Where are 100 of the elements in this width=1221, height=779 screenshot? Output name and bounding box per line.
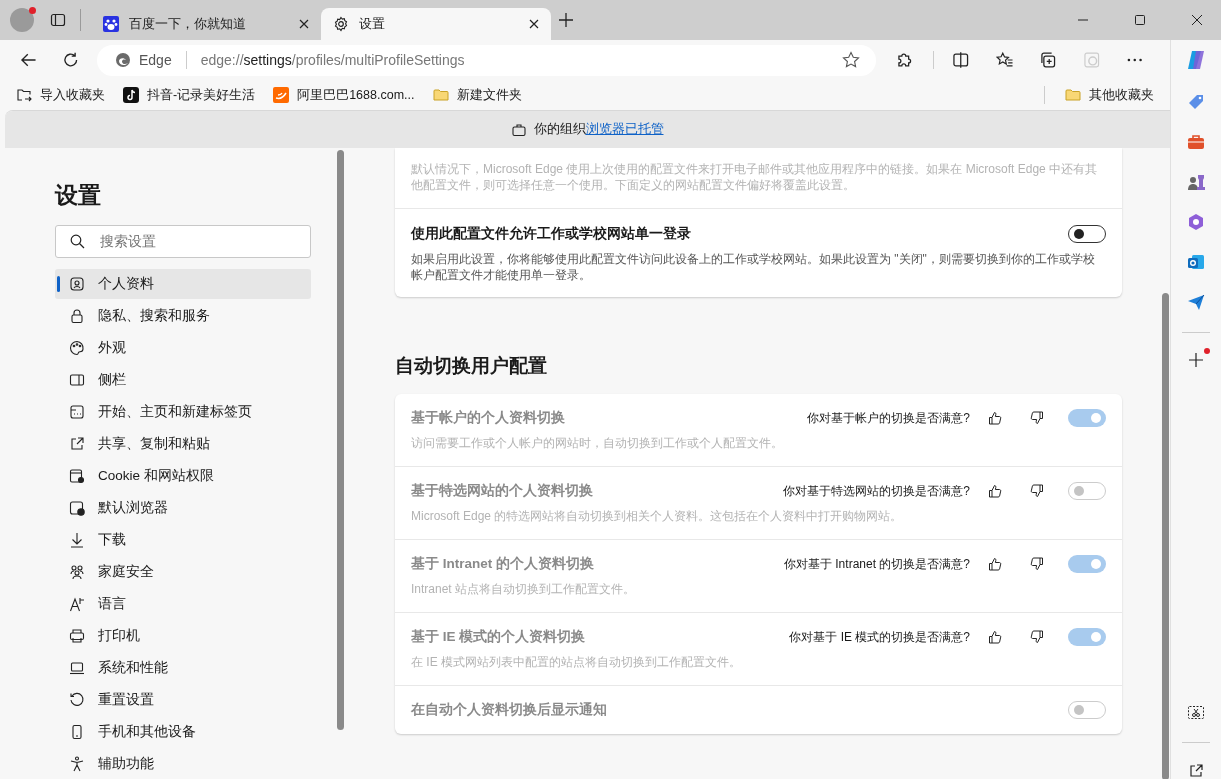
- import-icon: [16, 87, 32, 103]
- notification-dot: [1204, 348, 1210, 354]
- close-icon[interactable]: [299, 19, 309, 29]
- paw-icon: [103, 16, 119, 32]
- thumbs-down-icon[interactable]: [1030, 557, 1044, 571]
- family-icon: [69, 564, 85, 580]
- nav-item[interactable]: 个人资料: [55, 269, 311, 299]
- reset-icon: [69, 692, 85, 708]
- settings-title: 设置: [55, 181, 102, 210]
- setting-description: 在 IE 模式网站列表中配置的站点将自动切换到工作配置文件。: [411, 654, 742, 670]
- puzzle-icon[interactable]: [896, 51, 914, 69]
- nav-item[interactable]: 手机和其他设备: [55, 717, 311, 747]
- setting-title: 基于 Intranet 的个人资料切换: [411, 555, 594, 573]
- profile-icon: [69, 276, 85, 292]
- favorite-item[interactable]: 导入收藏夹: [14, 86, 107, 104]
- setting-title: 基于帐户的个人资料切换: [411, 409, 565, 427]
- thumbs-down-icon[interactable]: [1030, 411, 1044, 425]
- nav-item[interactable]: Cookie 和网站权限: [55, 461, 311, 491]
- favorite-item[interactable]: 阿里巴巴1688.com...: [271, 86, 417, 104]
- browser-tab[interactable]: 百度一下，你就知道: [91, 8, 321, 40]
- feedback-question: 你对基于 Intranet 的切换是否满意?: [783, 555, 970, 573]
- toolbox-icon[interactable]: [1186, 132, 1206, 152]
- nav-item[interactable]: 打印机: [55, 621, 311, 651]
- add-icon[interactable]: [1189, 353, 1203, 367]
- nav-item[interactable]: 侧栏: [55, 365, 311, 395]
- cookie-icon: [69, 468, 85, 484]
- palette-icon: [69, 340, 85, 356]
- lock-icon: [69, 308, 85, 324]
- thumbs-up-icon[interactable]: [988, 484, 1002, 498]
- new-tab-icon[interactable]: [559, 13, 573, 27]
- nav-item[interactable]: 共享、复制和粘贴: [55, 429, 311, 459]
- nav-item[interactable]: 语言: [55, 589, 311, 619]
- favorite-folder[interactable]: 其他收藏夹: [1063, 86, 1156, 104]
- setting-description: 如果启用此设置，你将能够使用此配置文件访问此设备上的工作或学校网站。如果此设置为 "关闭"，则需要切换到你的工作或学校帐户配置文件才能使用单一登录。: [411, 251, 1096, 283]
- setting-title: 使用此配置文件允许工作或学校网站单一登录: [411, 225, 691, 243]
- feedback-question: 你对基于特选网站的切换是否满意?: [783, 482, 970, 500]
- folder-icon: [1065, 87, 1081, 103]
- sidebar-icon: [69, 372, 85, 388]
- share-icon: [69, 436, 85, 452]
- collections-icon[interactable]: [1039, 51, 1057, 69]
- favorite-item[interactable]: 新建文件夹: [430, 86, 524, 104]
- scrollbar-thumb[interactable]: [1162, 293, 1169, 779]
- music-note-icon: [123, 87, 139, 103]
- logo-icon: [273, 87, 290, 103]
- close-icon[interactable]: [1192, 15, 1202, 25]
- nav-item[interactable]: 重置设置: [55, 685, 311, 715]
- settings-icon: [333, 16, 349, 32]
- close-icon[interactable]: [529, 19, 539, 29]
- nav-item[interactable]: 默认浏览器: [55, 493, 311, 523]
- feedback-question: 你对基于 IE 模式的切换是否满意?: [789, 628, 970, 646]
- back-icon[interactable]: [20, 51, 38, 69]
- thumbs-down-icon[interactable]: [1030, 484, 1044, 498]
- nav-item[interactable]: 开始、主页和新建标签页: [55, 397, 311, 427]
- briefcase-icon: [511, 122, 526, 137]
- refresh-icon[interactable]: [61, 51, 79, 69]
- tab-actions-icon[interactable]: [50, 12, 66, 28]
- new-tab-icon: [69, 404, 85, 420]
- nav-item[interactable]: 外观: [55, 333, 311, 363]
- profile-avatar[interactable]: [10, 8, 34, 32]
- site-label: Edge: [139, 52, 172, 68]
- toggle-switch[interactable]: [1068, 225, 1106, 243]
- managed-notice: 你的组织浏览器已托管: [533, 121, 664, 138]
- scrollbar-thumb[interactable]: [337, 150, 344, 730]
- folder-icon: [432, 87, 449, 103]
- browser-icon: [69, 500, 85, 516]
- nav-item[interactable]: 辅助功能: [55, 749, 311, 779]
- download-icon: [69, 532, 85, 548]
- managed-link[interactable]: 浏览器已托管: [585, 122, 664, 136]
- accessibility-icon: [69, 756, 85, 772]
- paper-plane-icon[interactable]: [1186, 292, 1206, 312]
- thumbs-up-icon[interactable]: [988, 411, 1002, 425]
- language-icon: [69, 596, 85, 612]
- nav-item[interactable]: 下载: [55, 525, 311, 555]
- section-heading: 自动切换用户配置: [395, 354, 548, 378]
- setting-title: 基于特选网站的个人资料切换: [411, 482, 593, 500]
- setting-description: Intranet 站点将自动切换到工作配置文件。: [411, 581, 637, 597]
- search-field[interactable]: 搜索设置: [55, 225, 311, 258]
- setting-title: 基于 IE 模式的个人资料切换: [411, 628, 586, 646]
- nav-item[interactable]: 家庭安全: [55, 557, 311, 587]
- favorites-icon[interactable]: [995, 51, 1014, 69]
- laptop-icon: [69, 660, 85, 676]
- address-bar[interactable]: Edge edge://settings/profiles/multiProfileSettings: [97, 44, 876, 76]
- feedback-question: 你对基于帐户的切换是否满意?: [807, 409, 970, 427]
- maximize-icon[interactable]: [1135, 15, 1145, 25]
- browser-tab[interactable]: 设置: [321, 8, 551, 40]
- setting-title: 在自动个人资料切换后显示通知: [411, 701, 607, 719]
- printer-icon: [69, 628, 85, 644]
- thumbs-down-icon[interactable]: [1030, 630, 1044, 644]
- nav-item[interactable]: 隐私、搜索和服务: [55, 301, 311, 331]
- nav-item[interactable]: 系统和性能: [55, 653, 311, 683]
- thumbs-up-icon[interactable]: [988, 630, 1002, 644]
- favorite-item[interactable]: 抖音-记录美好生活: [121, 86, 258, 104]
- thumbs-up-icon[interactable]: [988, 557, 1002, 571]
- setting-description: Microsoft Edge 的特选网站将自动切换到相关个人资料。这包括在个人资料中打开购物网站。: [411, 508, 904, 524]
- star-icon[interactable]: [842, 51, 860, 69]
- split-screen-icon[interactable]: [952, 51, 970, 69]
- external-link-icon[interactable]: [1188, 763, 1204, 779]
- screenshot-icon[interactable]: [1187, 704, 1205, 722]
- phone-icon: [69, 724, 85, 740]
- url-text: edge://settings/profiles/multiProfileSettings: [200, 52, 465, 68]
